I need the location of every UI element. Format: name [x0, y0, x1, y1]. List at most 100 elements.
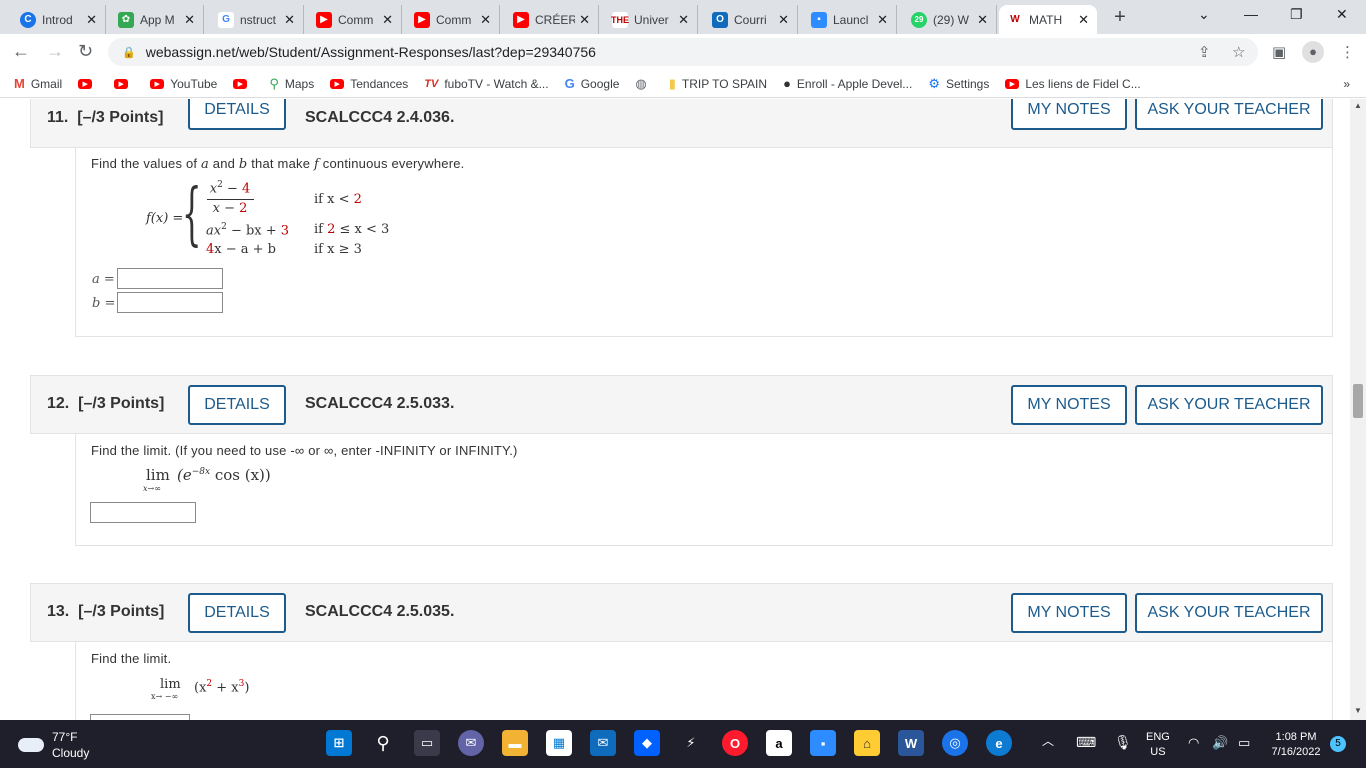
mail-icon[interactable]: ✉ — [590, 730, 616, 756]
close-icon[interactable]: ✕ — [1078, 12, 1089, 28]
my-notes-button[interactable]: MY NOTES — [1011, 385, 1127, 425]
close-window-icon[interactable]: ✕ — [1336, 6, 1348, 23]
language-indicator[interactable]: ENG US — [1146, 730, 1170, 760]
tab-4[interactable]: ▶ Comm ✕ — [308, 5, 402, 34]
tab-2[interactable]: ✿ App M ✕ — [110, 5, 204, 34]
bookmark-youtube-1[interactable]: ▶ — [78, 78, 98, 89]
close-icon[interactable]: ✕ — [778, 12, 789, 28]
tab-5[interactable]: ▶ Comm ✕ — [406, 5, 500, 34]
outlook-icon: O — [712, 11, 728, 28]
tab-9[interactable]: ▪ Launcl ✕ — [803, 5, 897, 34]
bookmark-settings[interactable]: ⚙ Settings — [928, 76, 989, 92]
bookmark-globe[interactable]: ◍ — [635, 76, 652, 92]
bookmark-gmail[interactable]: M Gmail — [14, 76, 62, 91]
tab-7[interactable]: THE Univer ✕ — [604, 5, 698, 34]
share-icon[interactable]: ⇪ — [1198, 43, 1211, 61]
tab-3[interactable]: G nstruct ✕ — [210, 5, 304, 34]
chevron-down-icon[interactable]: ⌄ — [1198, 6, 1210, 23]
page-scrollbar[interactable]: ▲ ▼ — [1350, 99, 1366, 720]
edge-icon[interactable]: e — [986, 730, 1012, 756]
tab-10[interactable]: 29 (29) W ✕ — [903, 5, 997, 34]
answer-a-input[interactable] — [117, 268, 223, 289]
my-notes-button[interactable]: MY NOTES — [1011, 593, 1127, 633]
my-notes-button[interactable]: MY NOTES — [1011, 99, 1127, 130]
zoom-icon[interactable]: ▪ — [810, 730, 836, 756]
limit-answer-input[interactable] — [90, 502, 196, 523]
dropbox-icon[interactable]: ◆ — [634, 730, 660, 756]
ask-your-teacher-button[interactable]: ASK YOUR TEACHER — [1135, 593, 1323, 633]
house-icon[interactable]: ⌂ — [854, 730, 880, 756]
google-icon: G — [218, 11, 234, 28]
close-icon[interactable]: ✕ — [678, 12, 689, 28]
tab-6[interactable]: ▶ CRÉER ✕ — [505, 5, 599, 34]
bookmarks-overflow-icon[interactable]: » — [1343, 77, 1350, 91]
task-view-icon[interactable]: ▭ — [414, 730, 440, 756]
search-icon[interactable]: ⚲ — [370, 730, 396, 756]
chrome-icon[interactable]: ◎ — [942, 730, 968, 756]
close-icon[interactable]: ✕ — [480, 12, 491, 28]
close-icon[interactable]: ✕ — [382, 12, 393, 28]
bookmark-youtube-3[interactable]: ▶ — [233, 78, 253, 89]
limit-subscript: x→∞ — [143, 484, 161, 493]
bookmark-maps[interactable]: ⚲ Maps — [269, 76, 314, 92]
menu-icon[interactable]: ⋮ — [1340, 43, 1355, 61]
bookmark-fubotv[interactable]: TV fuboTV - Watch &... — [424, 77, 548, 91]
scroll-down-icon[interactable]: ▼ — [1354, 706, 1362, 715]
close-icon[interactable]: ✕ — [977, 12, 988, 28]
bookmark-tendances[interactable]: ▶ Tendances — [330, 77, 408, 91]
notification-badge[interactable]: 5 — [1330, 736, 1346, 752]
tab-1[interactable]: C Introd ✕ — [12, 5, 106, 34]
close-icon[interactable]: ✕ — [284, 12, 295, 28]
tab-8[interactable]: O Courri ✕ — [704, 5, 798, 34]
scroll-up-icon[interactable]: ▲ — [1354, 101, 1362, 110]
bookmark-google[interactable]: G Google — [565, 76, 620, 91]
restore-icon[interactable]: ❐ — [1290, 6, 1303, 23]
reload-icon[interactable]: ↻ — [78, 41, 93, 62]
profile-icon[interactable]: ● — [1302, 41, 1324, 63]
close-icon[interactable]: ✕ — [86, 12, 97, 28]
address-bar[interactable]: 🔒 webassign.net/web/Student/Assignment-R… — [108, 38, 1258, 66]
question-11-code: SCALCCC4 2.4.036. — [305, 109, 455, 126]
opera-icon[interactable]: O — [722, 730, 748, 756]
keyboard-icon[interactable]: ⌨ — [1076, 735, 1096, 750]
details-button[interactable]: DETAILS — [188, 99, 286, 130]
close-icon[interactable]: ✕ — [579, 12, 590, 28]
bookmark-fidel[interactable]: ▶ Les liens de Fidel C... — [1005, 77, 1141, 91]
ask-your-teacher-button[interactable]: ASK YOUR TEACHER — [1135, 385, 1323, 425]
url-text: webassign.net/web/Student/Assignment-Res… — [145, 44, 596, 60]
amazon-icon[interactable]: a — [766, 730, 792, 756]
details-button[interactable]: DETAILS — [188, 385, 286, 425]
details-button[interactable]: DETAILS — [188, 593, 286, 633]
chevron-up-icon[interactable]: ︿ — [1042, 734, 1054, 749]
back-icon[interactable]: ← — [12, 41, 30, 62]
clock[interactable]: 1:08 PM 7/16/2022 — [1266, 730, 1326, 760]
file-explorer-icon[interactable]: ▬ — [502, 730, 528, 756]
close-icon[interactable]: ✕ — [877, 12, 888, 28]
bookmark-youtube[interactable]: ▶ YouTube — [150, 77, 217, 91]
tab-11-active[interactable]: W MATH ✕ — [999, 5, 1097, 34]
maps-icon: ⚲ — [269, 75, 279, 91]
minimize-icon[interactable]: — — [1244, 6, 1258, 22]
chat-icon[interactable]: ✉ — [458, 730, 484, 756]
answer-b-input[interactable] — [117, 292, 223, 313]
wifi-icon[interactable]: ◠ — [1188, 735, 1199, 750]
volume-icon[interactable]: 🔊 — [1212, 735, 1228, 750]
forward-icon[interactable]: → — [46, 41, 64, 62]
star-icon[interactable]: ☆ — [1232, 43, 1245, 61]
bookmark-enroll-apple[interactable]: ● Enroll - Apple Devel... — [783, 76, 912, 91]
side-panel-icon[interactable]: ▣ — [1272, 43, 1286, 61]
word-icon[interactable]: W — [898, 730, 924, 756]
bookmark-trip-to-spain[interactable]: ▮ TRIP TO SPAIN — [669, 76, 767, 92]
fraction-bar — [207, 199, 254, 200]
ask-your-teacher-button[interactable]: ASK YOUR TEACHER — [1135, 99, 1323, 130]
microphone-icon[interactable]: 🎙 — [1114, 735, 1132, 750]
scrollbar-thumb[interactable] — [1353, 384, 1363, 418]
battery-icon[interactable]: ▭ — [1238, 735, 1250, 750]
bookmark-youtube-2[interactable]: ▶ — [114, 78, 134, 89]
new-tab-icon[interactable]: + — [1108, 6, 1132, 29]
windows-start-icon[interactable]: ⊞ — [326, 730, 352, 756]
weather-widget[interactable]: 77°F Cloudy — [18, 729, 89, 761]
app-bolt-icon[interactable]: ⚡ — [678, 730, 704, 756]
close-icon[interactable]: ✕ — [184, 12, 195, 28]
store-icon[interactable]: ▦ — [546, 730, 572, 756]
